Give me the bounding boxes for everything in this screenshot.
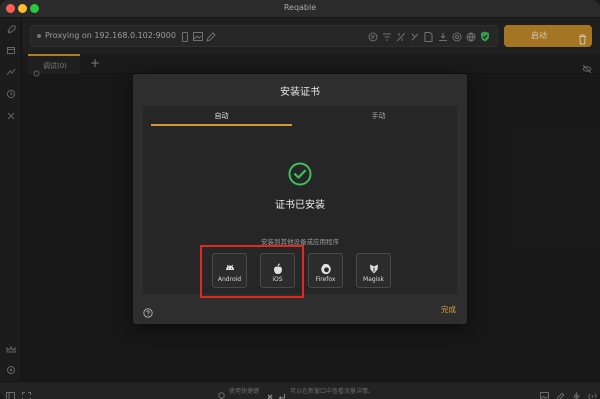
tab-manual[interactable]: 手动	[300, 106, 457, 126]
enter-key-icon	[278, 386, 287, 399]
platform-firefox-label: Firefox	[315, 276, 336, 283]
platform-magisk-button[interactable]: Magisk	[356, 253, 391, 288]
tab-auto[interactable]: 自动	[143, 106, 300, 126]
magisk-icon	[368, 260, 380, 274]
lightning-icon[interactable]	[572, 386, 581, 399]
bulb-icon	[217, 386, 226, 399]
done-button[interactable]: 完成	[441, 304, 456, 315]
platform-firefox-button[interactable]: Firefox	[308, 253, 343, 288]
check-circle-icon	[288, 162, 312, 186]
broadcast-icon[interactable]	[588, 386, 597, 399]
app-window: Reqable Proxying on 192.168.0.102:9000 启…	[0, 0, 600, 399]
status-bar: 使用快捷键 可以在新窗口中查看流量详情。	[0, 381, 600, 399]
fullscreen-icon[interactable]	[22, 386, 31, 399]
status-shortcut-text: 使用快捷键	[229, 388, 260, 395]
platform-magisk-label: Magisk	[363, 276, 384, 283]
certificate-status: 证书已安装	[275, 200, 325, 211]
help-icon[interactable]	[143, 303, 153, 318]
dialog-title: 安装证书	[280, 87, 320, 98]
title-bar: Reqable	[0, 0, 600, 18]
firefox-icon	[320, 260, 332, 275]
layout-icon[interactable]	[6, 386, 15, 399]
active-tab-indicator	[151, 124, 292, 126]
annotation-highlight-box	[200, 245, 304, 298]
window-title: Reqable	[283, 3, 317, 12]
command-key-icon	[266, 386, 275, 399]
status-hint-text: 可以在新窗口中查看流量详情。	[290, 388, 375, 395]
image-export-icon[interactable]	[540, 386, 549, 399]
pen-icon[interactable]	[556, 386, 565, 399]
